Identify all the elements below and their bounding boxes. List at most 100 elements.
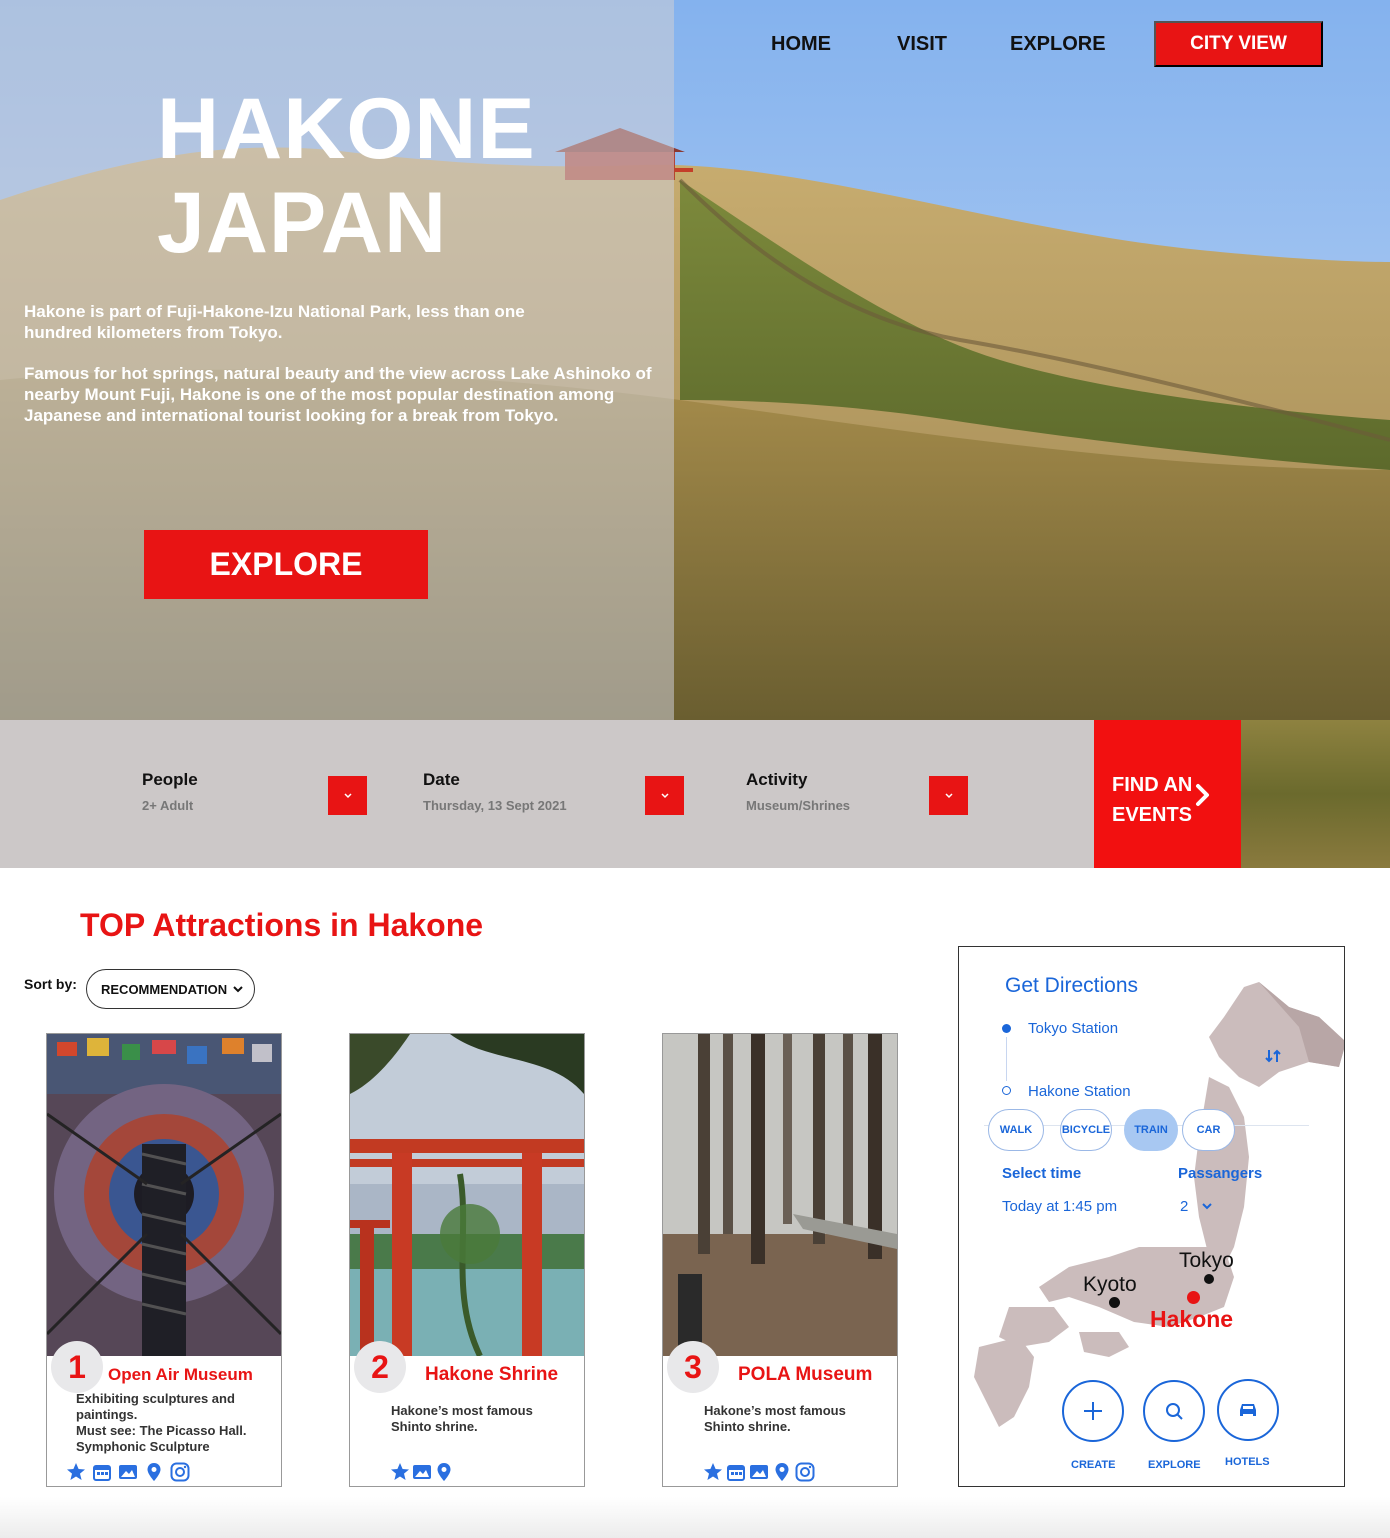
hero-explore-button[interactable]: EXPLORE — [144, 530, 428, 599]
attraction-card-hakone-shrine[interactable]: 2 Hakone Shrine Hakone’s most famous Shi… — [349, 1033, 585, 1487]
card-desc-line: Shinto shrine. — [391, 1419, 478, 1434]
card-description: Hakone’s most famous Shinto shrine. — [391, 1403, 533, 1435]
card-title[interactable]: POLA Museum — [738, 1364, 872, 1386]
destination-dot-icon — [1002, 1086, 1011, 1095]
sort-label: Sort by: — [24, 976, 77, 992]
create-label: CREATE — [1071, 1459, 1116, 1471]
card-title[interactable]: Hakone Shrine — [425, 1364, 558, 1386]
passengers-value: 2 — [1180, 1198, 1189, 1215]
card-desc-line: Hakone’s most famous — [704, 1403, 846, 1418]
chevron-down-icon — [660, 792, 669, 798]
star-icon[interactable] — [703, 1462, 723, 1482]
hero-image-continuation — [1241, 720, 1390, 868]
find-events-label-line2: EVENTS — [1112, 804, 1193, 826]
nav-explore-link[interactable]: EXPLORE — [1010, 33, 1106, 56]
card-icon-row — [66, 1462, 190, 1482]
activity-field[interactable]: Activity Museum/Shrines — [746, 770, 850, 813]
create-button[interactable] — [1062, 1380, 1124, 1442]
card-desc-line: Symphonic Sculpture — [76, 1439, 210, 1454]
sort-value: RECOMMENDATION — [101, 981, 228, 997]
chevron-right-icon — [1196, 784, 1209, 806]
map-label-kyoto: Kyoto — [1083, 1273, 1137, 1296]
hero-section: HAKONE JAPAN Hakone is part of Fuji-Hako… — [0, 0, 1390, 720]
hero-title-line2: JAPAN — [157, 175, 448, 271]
star-icon[interactable] — [66, 1462, 86, 1482]
calendar-icon[interactable] — [92, 1462, 112, 1482]
date-value: Thursday, 13 Sept 2021 — [423, 798, 567, 813]
location-pin-icon[interactable] — [772, 1462, 792, 1482]
mode-bicycle-button[interactable]: BICYCLE — [1060, 1109, 1112, 1151]
calendar-icon[interactable] — [726, 1462, 746, 1482]
hotels-button[interactable] — [1217, 1379, 1279, 1441]
destination-field[interactable]: Hakone Station — [1028, 1083, 1131, 1100]
people-dropdown-button[interactable] — [328, 776, 367, 815]
car-icon — [1240, 1404, 1256, 1416]
select-time-label: Select time — [1002, 1165, 1082, 1182]
attraction-card-open-air-museum[interactable]: 1 Open Air Museum Exhibiting sculptures … — [46, 1033, 282, 1487]
tokyo-marker — [1204, 1274, 1214, 1284]
origin-field[interactable]: Tokyo Station — [1028, 1020, 1118, 1037]
hakone-marker — [1187, 1291, 1200, 1304]
city-view-button[interactable]: CITY VIEW — [1154, 21, 1323, 67]
route-connector — [1006, 1037, 1007, 1081]
swap-arrows-icon[interactable] — [1264, 1047, 1282, 1065]
star-icon[interactable] — [390, 1462, 410, 1482]
passengers-label: Passangers — [1178, 1165, 1263, 1182]
nav-visit-link[interactable]: VISIT — [897, 33, 947, 56]
attractions-title: TOP Attractions in Hakone — [80, 907, 484, 943]
select-time-value[interactable]: Today at 1:45 pm — [1002, 1198, 1117, 1215]
sort-select[interactable]: RECOMMENDATION — [86, 969, 255, 1009]
directions-title: Get Directions — [1005, 974, 1139, 997]
map-label-hakone: Hakone — [1150, 1306, 1234, 1332]
activity-dropdown-button[interactable] — [929, 776, 968, 815]
nav-home-link[interactable]: HOME — [771, 33, 831, 56]
find-events-label-line1: FIND AN — [1112, 774, 1193, 796]
card-description: Exhibiting sculptures and paintings. Mus… — [76, 1391, 247, 1455]
people-label: People — [142, 770, 198, 789]
chevron-down-icon — [944, 792, 953, 798]
card-title[interactable]: Open Air Museum — [108, 1365, 253, 1385]
image-icon[interactable] — [749, 1462, 769, 1482]
activity-value: Museum/Shrines — [746, 798, 851, 813]
page-footer-fade — [0, 1497, 1390, 1538]
origin-dot-icon — [1002, 1024, 1011, 1033]
find-events-button[interactable]: FIND AN EVENTS — [1094, 720, 1241, 868]
card-description: Hakone’s most famous Shinto shrine. — [704, 1403, 846, 1435]
chevron-down-icon — [233, 986, 243, 993]
pola-museum-image — [663, 1034, 897, 1356]
passengers-select[interactable]: 2 — [1180, 1198, 1213, 1215]
plus-icon — [1084, 1402, 1102, 1420]
image-icon[interactable] — [118, 1462, 138, 1482]
search-icon — [1166, 1403, 1183, 1420]
card-number-badge: 2 — [354, 1341, 406, 1393]
chevron-down-icon — [343, 792, 352, 798]
card-desc-line: Must see: The Picasso Hall. — [76, 1423, 247, 1438]
image-icon[interactable] — [412, 1462, 432, 1482]
explore-map-button[interactable] — [1143, 1380, 1205, 1442]
card-number-badge: 1 — [51, 1341, 103, 1393]
hakone-shrine-image — [350, 1034, 584, 1356]
date-field[interactable]: Date Thursday, 13 Sept 2021 — [423, 770, 567, 813]
card-number-badge: 3 — [667, 1341, 719, 1393]
map-label-tokyo: Tokyo — [1179, 1249, 1234, 1272]
instagram-icon[interactable] — [795, 1462, 815, 1482]
date-dropdown-button[interactable] — [645, 776, 684, 815]
people-field[interactable]: People 2+ Adult — [142, 770, 198, 813]
event-search-bar: People 2+ Adult Date Thursday, 13 Sept 2… — [0, 720, 1390, 868]
date-label: Date — [423, 770, 460, 789]
card-icon-row — [390, 1462, 454, 1482]
kyoto-marker — [1109, 1297, 1120, 1308]
card-desc-line: Shinto shrine. — [704, 1419, 791, 1434]
location-pin-icon[interactable] — [144, 1462, 164, 1482]
card-desc-line: Exhibiting sculptures and — [76, 1391, 235, 1406]
chevron-down-icon — [1201, 1203, 1212, 1210]
card-desc-line: paintings. — [76, 1407, 138, 1422]
location-pin-icon[interactable] — [434, 1462, 454, 1482]
attraction-card-pola-museum[interactable]: 3 POLA Museum Hakone’s most famous Shint… — [662, 1033, 898, 1487]
hotels-label: HOTELS — [1225, 1456, 1270, 1468]
instagram-icon[interactable] — [170, 1462, 190, 1482]
hero-description-paragraph: Famous for hot springs, natural beauty a… — [24, 364, 652, 425]
mode-car-button[interactable]: CAR — [1182, 1109, 1235, 1151]
mode-train-button[interactable]: TRAIN — [1124, 1109, 1178, 1151]
mode-walk-button[interactable]: WALK — [988, 1109, 1044, 1151]
